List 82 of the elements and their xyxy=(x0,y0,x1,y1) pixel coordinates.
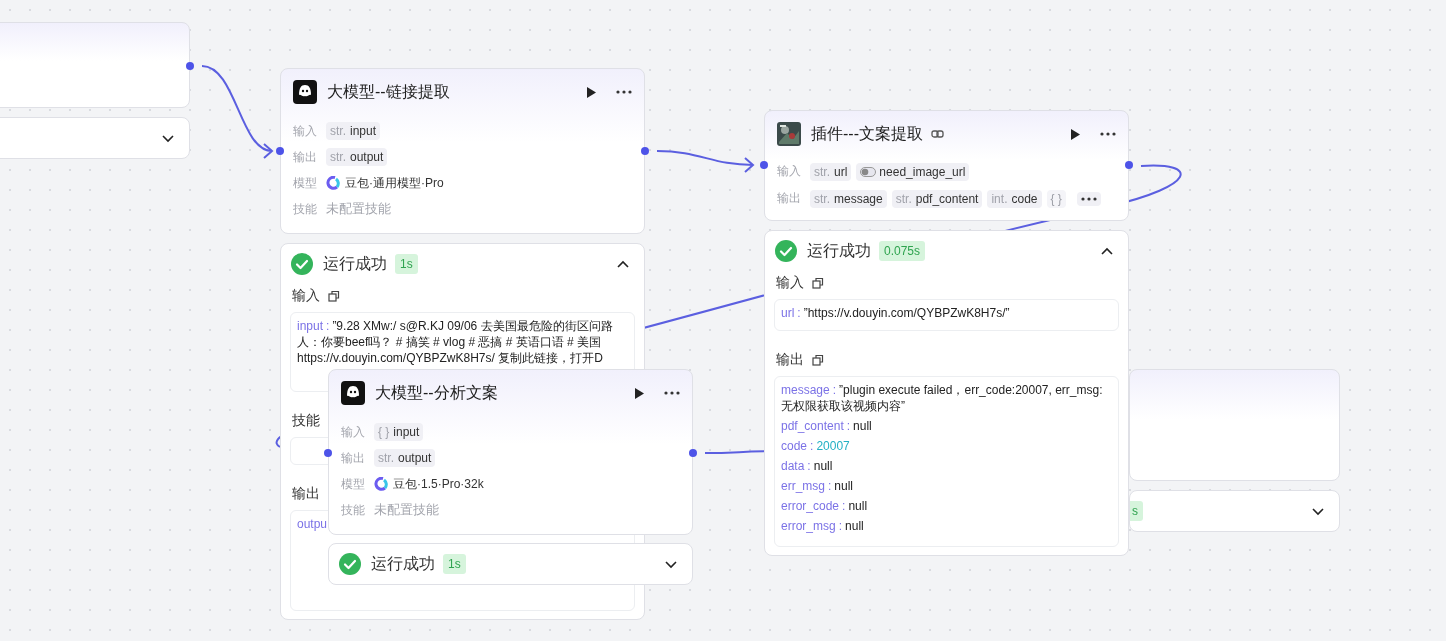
row-label: 模型 xyxy=(293,174,318,192)
chain-icon xyxy=(931,128,944,140)
row-label: 模型 xyxy=(341,475,366,493)
port-dot[interactable] xyxy=(276,147,284,155)
param-tag: int. code xyxy=(987,189,1042,208)
row-label: 输入 xyxy=(293,122,318,140)
model-name: 豆包·1.5·Pro·32k xyxy=(393,475,484,493)
time-badge: 1s xyxy=(443,554,466,574)
result-entry: pdf_content : null xyxy=(781,418,873,434)
model-name: 豆包·通用模型·Pro xyxy=(345,174,444,192)
row-label: 技能 xyxy=(341,501,366,519)
time-badge: s xyxy=(1130,501,1143,521)
play-icon[interactable] xyxy=(585,85,598,99)
more-button[interactable] xyxy=(1076,191,1101,206)
copy-icon[interactable] xyxy=(812,354,824,366)
more-icon[interactable] xyxy=(1100,132,1116,136)
chevron-up-icon[interactable] xyxy=(1100,245,1114,257)
row-label: 输出 xyxy=(777,190,802,207)
port-dot[interactable] xyxy=(760,161,768,169)
port-dot[interactable] xyxy=(641,147,649,155)
chevron-down-icon[interactable] xyxy=(161,132,175,144)
section-title: 技能 xyxy=(292,412,320,430)
param-tag: { } input xyxy=(374,423,424,441)
more-icon[interactable] xyxy=(664,391,680,395)
status-text: 运行成功 xyxy=(371,553,435,574)
result-entry: url : ”https://v.douyin.com/QYBPZwK8H7s/” xyxy=(781,305,1011,321)
port-dot[interactable] xyxy=(689,449,697,457)
section-title: 输出 xyxy=(776,351,804,369)
model-logo-icon xyxy=(326,176,340,190)
bot-icon xyxy=(341,381,365,405)
status-text: 运行成功 xyxy=(323,253,387,274)
toggle-icon xyxy=(860,166,877,177)
skill-note: 未配置技能 xyxy=(374,501,439,519)
model-logo-icon xyxy=(374,477,388,491)
status-text: 运行成功 xyxy=(807,240,871,261)
result-entry: input : ”9.28 XMw:/ s@R.KJ 09/06 去美国最危险的街区问路人：你要beef吗？ # 搞笑 # vlog # 恶搞 # 英语口语 # 美国 https://v.douyin.com/QYBPZwK8H7s/ 复制此链接，打开D xyxy=(297,318,614,366)
result-entry: error_msg : null xyxy=(781,518,865,534)
copy-icon[interactable] xyxy=(812,277,824,289)
param-tag: { } xyxy=(1046,189,1066,208)
param-tag: str. message xyxy=(810,189,887,208)
row-label: 输出 xyxy=(293,148,318,166)
row-label: 输出 xyxy=(341,449,366,467)
section-title: 输出 xyxy=(292,485,320,503)
skill-note: 未配置技能 xyxy=(326,200,391,218)
section-title: 输入 xyxy=(292,287,320,305)
play-icon[interactable] xyxy=(633,386,646,400)
chevron-down-icon[interactable] xyxy=(664,558,678,570)
node-title: 大模型--分析文案 xyxy=(375,382,498,403)
node-card[interactable] xyxy=(1129,369,1340,481)
param-tag: str. input xyxy=(326,122,381,140)
row-label: 技能 xyxy=(293,200,318,218)
port-dot[interactable] xyxy=(1125,161,1133,169)
result-entry: outpu xyxy=(297,516,329,532)
node-title: 插件---文案提取 xyxy=(811,123,923,144)
port-dot[interactable] xyxy=(324,449,332,457)
result-entry: code : 20007 xyxy=(781,438,851,454)
chevron-down-icon[interactable] xyxy=(1311,505,1325,517)
success-icon xyxy=(775,240,797,262)
param-name: need_image_url xyxy=(879,164,966,179)
bot-icon xyxy=(293,80,317,104)
play-icon[interactable] xyxy=(1069,127,1082,141)
success-icon xyxy=(291,253,313,275)
param-tag: str. pdf_content xyxy=(891,189,983,208)
param-tag: str. url xyxy=(810,162,852,181)
port-dot[interactable] xyxy=(186,62,194,70)
row-label: 输入 xyxy=(777,163,802,180)
copy-icon[interactable] xyxy=(328,290,340,302)
result-entry: err_msg : null xyxy=(781,478,855,494)
result-entry: error_code : null xyxy=(781,498,869,514)
time-badge: 1s xyxy=(395,254,418,274)
chevron-up-icon[interactable] xyxy=(616,258,630,270)
more-icon[interactable] xyxy=(1080,196,1097,201)
time-badge: 0.075s xyxy=(879,241,926,261)
result-entry: data : null xyxy=(781,458,834,474)
node-title: 大模型--链接提取 xyxy=(327,81,450,102)
section-title: 输入 xyxy=(776,274,804,292)
more-icon[interactable] xyxy=(616,90,632,94)
param-tag: str. output xyxy=(374,449,436,467)
success-icon xyxy=(339,553,361,575)
result-entry: message : ”plugin execute failed，err_code:20007, err_msg:无权限获取该视频内容” xyxy=(781,382,1104,414)
param-tag: str. output xyxy=(326,148,388,166)
row-label: 输入 xyxy=(341,423,366,441)
